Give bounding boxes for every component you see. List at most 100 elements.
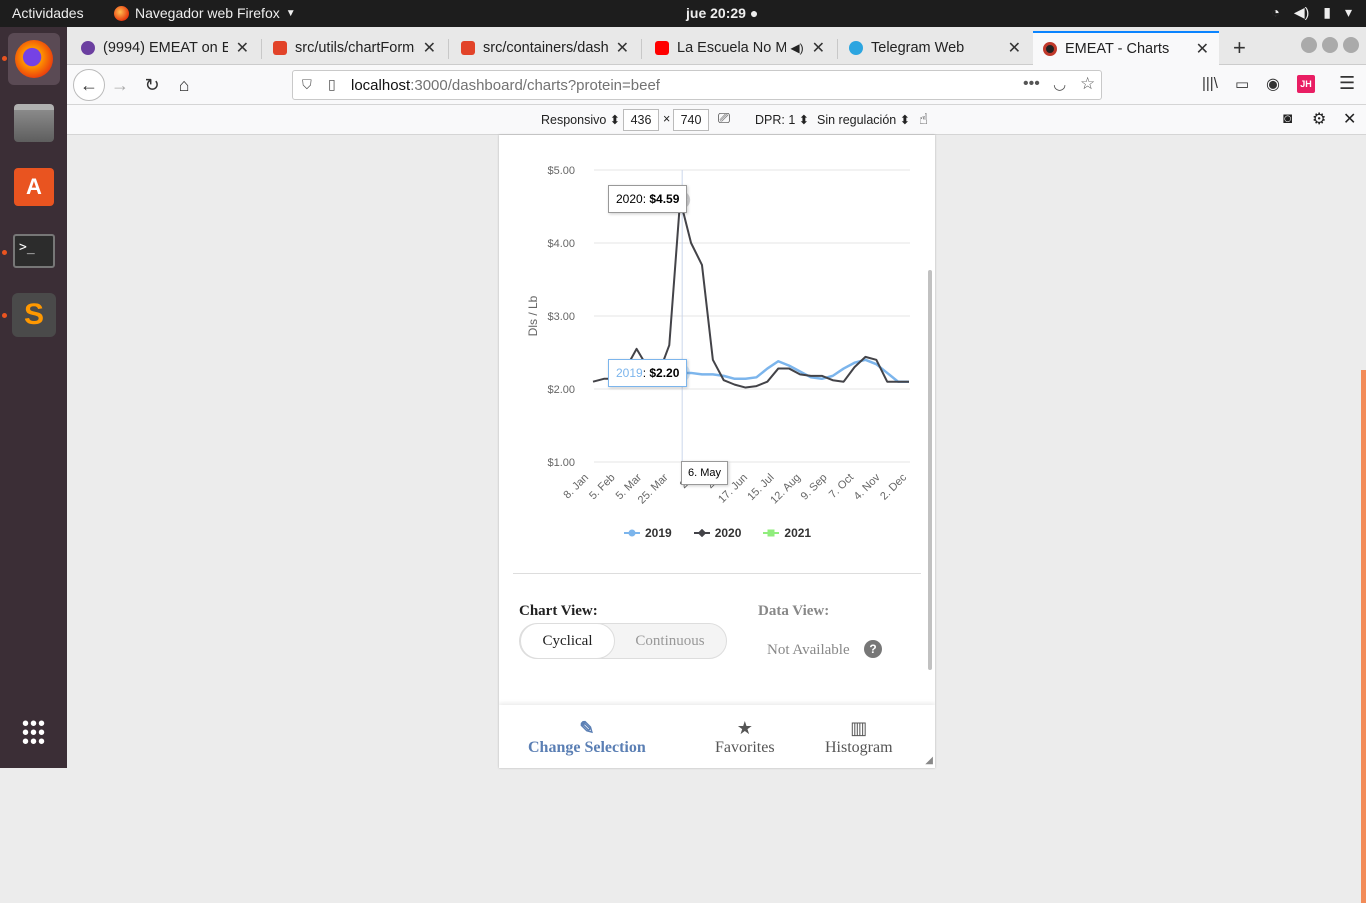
rotate-icon[interactable]: ⎚: [718, 110, 730, 127]
favicon-icon: [81, 41, 95, 55]
histogram-button[interactable]: ▥ Histogram: [825, 717, 893, 757]
touch-icon[interactable]: ☝: [919, 110, 928, 128]
x-tick-label: 12. Aug: [768, 472, 803, 507]
volume-icon: ◀): [1293, 4, 1310, 20]
window-controls: [1301, 37, 1359, 53]
tab-containers[interactable]: src/containers/dash ✕: [451, 31, 639, 65]
viewport-height-input[interactable]: 740: [673, 109, 709, 131]
terminal-icon: >_: [13, 234, 55, 268]
star-icon: ★: [736, 718, 753, 738]
y-tick-label: $1.00: [547, 457, 575, 469]
software-center-icon: A: [14, 168, 54, 206]
chart-legend: 2019 2020 2021: [624, 526, 811, 540]
close-tab-icon[interactable]: ✕: [616, 38, 629, 58]
gitlab-icon: [273, 41, 287, 55]
y-tick-label: $2.00: [547, 384, 575, 396]
close-tab-icon[interactable]: ✕: [1008, 38, 1021, 58]
help-icon[interactable]: ?: [864, 640, 882, 658]
cyclical-option[interactable]: Cyclical: [520, 623, 615, 659]
y-tick-label: $4.00: [547, 238, 575, 250]
dpr-select[interactable]: DPR: 1 ⬍: [755, 112, 809, 127]
legend-marker-2020: [693, 529, 710, 537]
emeat-icon: [1043, 42, 1057, 56]
data-view-status: Not Available: [767, 642, 850, 658]
x-tick-label: 4. Nov: [852, 471, 883, 502]
app-name: Navegador web Firefox: [135, 5, 280, 21]
extension-icon[interactable]: JH: [1297, 75, 1315, 93]
close-rdm-icon[interactable]: ✕: [1343, 109, 1356, 129]
close-tab-icon[interactable]: ✕: [1196, 39, 1209, 59]
dock-files[interactable]: [8, 97, 60, 149]
close-window-button[interactable]: [1343, 37, 1359, 53]
edit-icon: ✎: [579, 718, 595, 738]
battery-icon: ▮: [1323, 4, 1331, 20]
reload-button[interactable]: ↻: [138, 71, 166, 99]
legend-item-2021[interactable]: 2021: [763, 526, 811, 540]
system-tray[interactable]: ◔ ◀) ▮ ▾: [1271, 4, 1352, 21]
tab-telegram[interactable]: Telegram Web ✕: [839, 31, 1031, 65]
show-apps-button[interactable]: ••• ••• •••: [8, 707, 60, 759]
continuous-option[interactable]: Continuous: [615, 624, 725, 658]
minimize-button[interactable]: [1301, 37, 1317, 53]
settings-icon[interactable]: ⚙: [1312, 109, 1326, 129]
forward-button[interactable]: →: [106, 71, 134, 99]
maximize-button[interactable]: [1322, 37, 1338, 53]
screenshot-icon[interactable]: ◙: [1283, 110, 1292, 127]
change-selection-button[interactable]: ✎ Change Selection: [528, 717, 646, 757]
new-tab-button[interactable]: +: [1233, 35, 1246, 61]
chart-view-label: Chart View:: [519, 603, 598, 619]
wifi-icon: ◔: [1271, 4, 1280, 20]
tab-emeat-ex[interactable]: (9994) EMEAT on Ex ✕: [71, 31, 259, 65]
close-tab-icon[interactable]: ✕: [423, 38, 436, 58]
close-tab-icon[interactable]: ✕: [236, 38, 249, 58]
bar-chart-icon: ▥: [850, 718, 868, 738]
crosshair-label: 6. May: [681, 461, 729, 485]
more-actions-icon[interactable]: •••: [1023, 75, 1040, 93]
pocket-icon[interactable]: ◡: [1053, 75, 1066, 93]
tab-chartformat[interactable]: src/utils/chartForma ✕: [263, 31, 446, 65]
bottom-navigation: ✎ Change Selection ★ Favorites ▥ Histogr…: [499, 705, 935, 768]
legend-item-2020[interactable]: 2020: [693, 526, 741, 540]
app-menu[interactable]: Navegador web Firefox ▼: [114, 5, 296, 21]
dock: A >_ S ••• ••• •••: [0, 27, 67, 768]
device-select[interactable]: Responsivo ⬍: [541, 112, 620, 127]
legend-item-2019[interactable]: 2019: [624, 526, 672, 540]
viewport-width-input[interactable]: 436: [623, 109, 659, 131]
home-button[interactable]: ⌂: [170, 71, 198, 99]
activities-button[interactable]: Actividades: [12, 5, 84, 21]
dock-terminal[interactable]: >_: [8, 225, 60, 277]
window-edge: [1361, 370, 1366, 903]
url-path: :3000/dashboard/charts?protein=beef: [410, 76, 660, 94]
dock-sublime[interactable]: S: [8, 289, 60, 341]
url-bar[interactable]: ⛉ ▯ localhost:3000/dashboard/charts?prot…: [292, 70, 1102, 100]
dock-firefox[interactable]: [8, 33, 60, 85]
tab-emeat-charts[interactable]: EMEAT - Charts ✕: [1033, 31, 1219, 65]
tab-youtube[interactable]: La Escuela No Me ◀) ✕: [645, 31, 835, 65]
legend-marker-2021: [763, 529, 780, 537]
favorites-button[interactable]: ★ Favorites: [715, 717, 775, 757]
content-viewport: $1.00 $2.00 $3.00 $4.00 $5.00 Dls / Lb 8. Jan 5…: [67, 135, 1366, 903]
hamburger-menu-icon[interactable]: ☰: [1339, 73, 1355, 94]
account-icon[interactable]: ◉: [1266, 74, 1280, 94]
url-host: localhost: [351, 76, 411, 94]
back-button[interactable]: ←: [73, 69, 105, 101]
page-icon[interactable]: ▯: [328, 76, 336, 93]
section-divider: [513, 573, 921, 574]
bookmark-star-icon[interactable]: ☆: [1080, 74, 1095, 94]
dock-software[interactable]: A: [8, 161, 60, 213]
close-tab-icon[interactable]: ✕: [812, 38, 825, 58]
speaker-icon[interactable]: ◀): [790, 41, 803, 55]
x-tick-label: 7. Oct: [827, 472, 856, 501]
resize-handle-icon[interactable]: ◢: [925, 755, 933, 766]
library-icon[interactable]: |||\: [1202, 75, 1218, 92]
scrollbar[interactable]: [928, 270, 932, 670]
shield-icon[interactable]: ⛉: [302, 77, 312, 93]
throttle-select[interactable]: Sin regulación ⬍: [817, 112, 910, 127]
tooltip-2019: 2019: $2.20: [608, 359, 688, 387]
clock[interactable]: jue 20:29 ●: [686, 5, 758, 21]
power-icon: ▾: [1344, 4, 1352, 20]
navigation-toolbar: ← → ↻ ⌂ ⛉ ▯ localhost:3000/dashboard/cha…: [67, 65, 1366, 105]
x-tick-label: 2. Dec: [878, 471, 909, 502]
sidebar-icon[interactable]: ▭: [1235, 75, 1249, 93]
firefox-icon: [114, 5, 129, 21]
